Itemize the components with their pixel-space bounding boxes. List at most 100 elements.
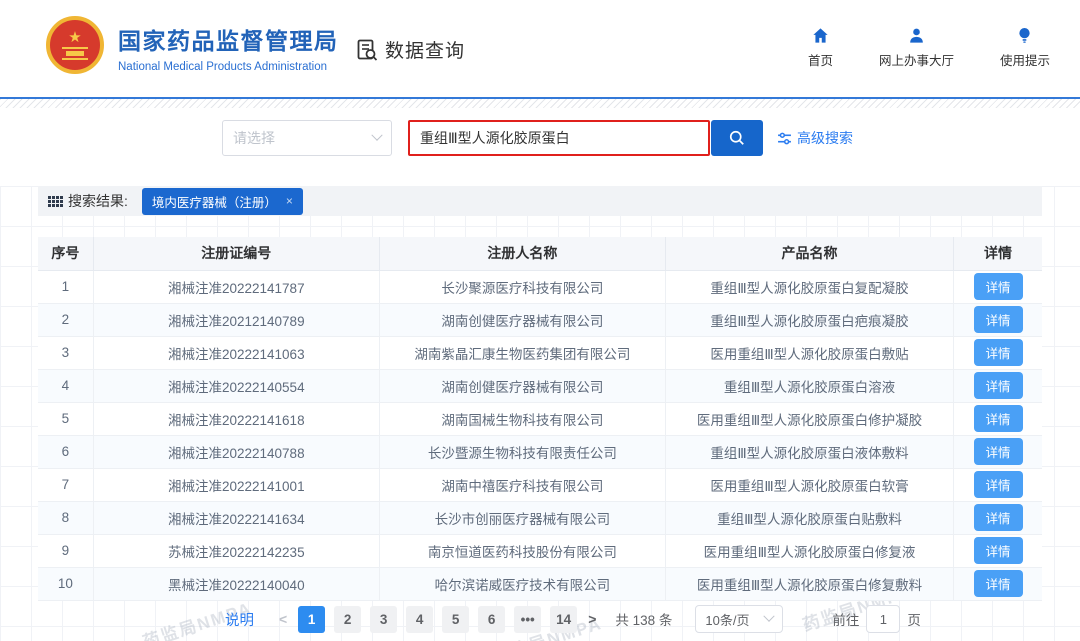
- column-header-product: 产品名称: [665, 237, 953, 270]
- detail-button[interactable]: 详情: [974, 471, 1023, 498]
- org-name-cn: 国家药品监督管理局: [118, 22, 339, 56]
- nav-label: 使用提示: [1000, 50, 1050, 69]
- user-icon: [907, 26, 926, 45]
- cell-product: 重组Ⅲ型人源化胶原蛋白疤痕凝胶: [665, 303, 953, 336]
- results-table: 序号 注册证编号 注册人名称 产品名称 详情 1 湘械注准20222141787…: [38, 237, 1042, 601]
- page: 药监局NMPA 药监局NMPA 药监局NMPA ★ 国家药品监督管理局 Nati…: [0, 0, 1080, 641]
- nav-item-home[interactable]: 首页: [808, 26, 833, 69]
- nav-label: 首页: [808, 50, 833, 69]
- cell-registrant: 长沙市创丽医疗器械有限公司: [379, 501, 665, 534]
- nav-item-service-hall[interactable]: 网上办事大厅: [879, 26, 954, 69]
- cell-index: 10: [38, 567, 93, 600]
- table-row: 5 湘械注准20222141618 湖南国械生物科技有限公司 医用重组Ⅲ型人源化…: [38, 402, 1042, 435]
- page-number-2[interactable]: 2: [334, 606, 361, 633]
- cell-product: 医用重组Ⅲ型人源化胶原蛋白修护凝胶: [665, 402, 953, 435]
- cell-cert-no: 湘械注准20222141001: [93, 468, 379, 501]
- search-input[interactable]: [408, 120, 710, 156]
- detail-button[interactable]: 详情: [974, 537, 1023, 564]
- magnifier-icon: [727, 128, 747, 148]
- cell-registrant: 湖南创健医疗器械有限公司: [379, 303, 665, 336]
- detail-button[interactable]: 详情: [974, 273, 1023, 300]
- page-number-1[interactable]: 1: [298, 606, 325, 633]
- detail-button[interactable]: 详情: [974, 306, 1023, 333]
- grid-icon: [48, 196, 63, 207]
- cell-cert-no: 湘械注准20222141618: [93, 402, 379, 435]
- cell-registrant: 南京恒道医药科技股份有限公司: [379, 534, 665, 567]
- cell-product: 重组Ⅲ型人源化胶原蛋白贴敷料: [665, 501, 953, 534]
- cell-cert-no: 湘械注准20222141787: [93, 270, 379, 303]
- detail-button[interactable]: 详情: [974, 372, 1023, 399]
- cell-index: 1: [38, 270, 93, 303]
- tag-close-icon[interactable]: ×: [286, 194, 293, 208]
- cell-cert-no: 湘械注准20222141063: [93, 336, 379, 369]
- advanced-search-link[interactable]: 高级搜索: [777, 128, 853, 148]
- cell-registrant: 湖南国械生物科技有限公司: [379, 402, 665, 435]
- search-button[interactable]: [711, 120, 763, 156]
- cell-registrant: 哈尔滨诺威医疗技术有限公司: [379, 567, 665, 600]
- cell-cert-no: 湘械注准20222140554: [93, 369, 379, 402]
- detail-button[interactable]: 详情: [974, 339, 1023, 366]
- cell-registrant: 长沙暨源生物科技有限责任公司: [379, 435, 665, 468]
- cell-registrant: 长沙聚源医疗科技有限公司: [379, 270, 665, 303]
- page-number-3[interactable]: 3: [370, 606, 397, 633]
- cell-product: 重组Ⅲ型人源化胶原蛋白复配凝胶: [665, 270, 953, 303]
- data-query-icon: [355, 38, 379, 62]
- cell-product: 重组Ⅲ型人源化胶原蛋白溶液: [665, 369, 953, 402]
- search-bar: 请选择 高级搜索: [222, 120, 853, 156]
- cell-product: 医用重组Ⅲ型人源化胶原蛋白敷贴: [665, 336, 953, 369]
- table-row: 6 湘械注准20222140788 长沙暨源生物科技有限责任公司 重组Ⅲ型人源化…: [38, 435, 1042, 468]
- page-size-select[interactable]: 10条/页: [695, 605, 783, 633]
- table-row: 9 苏械注准20222142235 南京恒道医药科技股份有限公司 医用重组Ⅲ型人…: [38, 534, 1042, 567]
- search-results-bar: 搜索结果: 境内医疗器械（注册） ×: [38, 186, 1042, 216]
- cell-registrant: 湖南中禧医疗科技有限公司: [379, 468, 665, 501]
- page-number-5[interactable]: 5: [442, 606, 469, 633]
- page-title-text: 数据查询: [385, 36, 465, 63]
- cell-index: 3: [38, 336, 93, 369]
- goto-suffix: 页: [907, 609, 921, 629]
- goto-prefix: 前往: [832, 609, 859, 629]
- emblem-gate-icon: [62, 47, 88, 60]
- pagination: 说明 < 123456•••14 > 共 138 条 10条/页 前往 页: [225, 604, 921, 634]
- cell-cert-no: 湘械注准20212140789: [93, 303, 379, 336]
- page-number-4[interactable]: 4: [406, 606, 433, 633]
- next-page-icon[interactable]: >: [586, 611, 598, 627]
- detail-button[interactable]: 详情: [974, 438, 1023, 465]
- results-label: 搜索结果:: [68, 191, 128, 211]
- cell-product: 医用重组Ⅲ型人源化胶原蛋白修复敷料: [665, 567, 953, 600]
- page-number-6[interactable]: 6: [478, 606, 505, 633]
- table-row: 2 湘械注准20212140789 湖南创健医疗器械有限公司 重组Ⅲ型人源化胶原…: [38, 303, 1042, 336]
- detail-button[interactable]: 详情: [974, 570, 1023, 597]
- goto-page-input[interactable]: [866, 605, 900, 633]
- cell-registrant: 湖南创健医疗器械有限公司: [379, 369, 665, 402]
- column-header-cert-no: 注册证编号: [93, 237, 379, 270]
- cell-cert-no: 湘械注准20222141634: [93, 501, 379, 534]
- page-title: 数据查询: [355, 36, 465, 63]
- advanced-search-label: 高级搜索: [797, 128, 853, 148]
- category-select-placeholder: 请选择: [233, 128, 275, 148]
- column-header-detail: 详情: [954, 237, 1042, 270]
- filter-tag-label: 境内医疗器械（注册）: [152, 192, 277, 211]
- cell-cert-no: 黑械注准20222140040: [93, 567, 379, 600]
- table-row: 10 黑械注准20222140040 哈尔滨诺威医疗技术有限公司 医用重组Ⅲ型人…: [38, 567, 1042, 600]
- nav-item-usage-tips[interactable]: 使用提示: [1000, 26, 1050, 69]
- cell-index: 4: [38, 369, 93, 402]
- detail-button[interactable]: 详情: [974, 504, 1023, 531]
- cell-index: 8: [38, 501, 93, 534]
- cell-index: 7: [38, 468, 93, 501]
- org-title-block: 国家药品监督管理局 National Medical Products Admi…: [118, 22, 339, 73]
- filter-sliders-icon: [777, 131, 792, 146]
- prev-page-icon[interactable]: <: [277, 611, 289, 627]
- page-ellipsis[interactable]: •••: [514, 606, 541, 633]
- filter-tag-domestic-device[interactable]: 境内医疗器械（注册） ×: [142, 188, 303, 215]
- page-size-value: 10条/页: [705, 610, 749, 629]
- lightbulb-icon: [1015, 26, 1034, 45]
- detail-button[interactable]: 详情: [974, 405, 1023, 432]
- table-row: 8 湘械注准20222141634 长沙市创丽医疗器械有限公司 重组Ⅲ型人源化胶…: [38, 501, 1042, 534]
- table-row: 3 湘械注准20222141063 湖南紫晶汇康生物医药集团有限公司 医用重组Ⅲ…: [38, 336, 1042, 369]
- category-select[interactable]: 请选择: [222, 120, 392, 156]
- page-number-14[interactable]: 14: [550, 606, 577, 633]
- cell-index: 5: [38, 402, 93, 435]
- table-row: 1 湘械注准20222141787 长沙聚源医疗科技有限公司 重组Ⅲ型人源化胶原…: [38, 270, 1042, 303]
- header: ★ 国家药品监督管理局 National Medical Products Ad…: [0, 0, 1080, 97]
- note-link[interactable]: 说明: [225, 609, 254, 630]
